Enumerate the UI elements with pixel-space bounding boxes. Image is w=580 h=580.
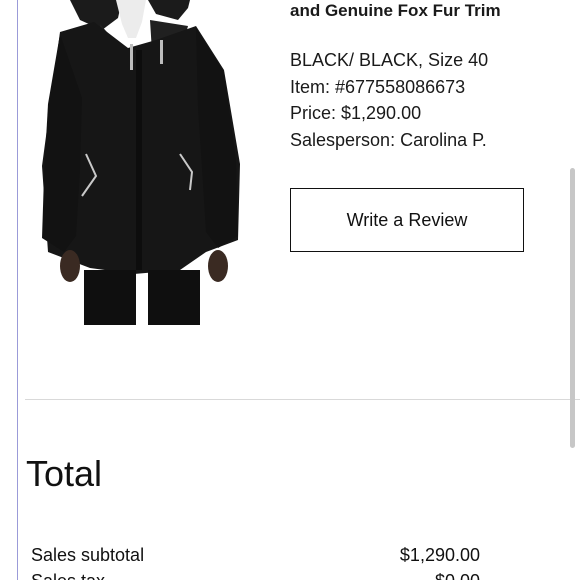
left-border-line [17, 0, 18, 580]
total-heading: Total [26, 453, 103, 494]
salesperson: Salesperson: Carolina P. [290, 130, 487, 150]
product-image[interactable] [30, 0, 252, 325]
item-number: Item: #677558086673 [290, 77, 466, 97]
coat-illustration [42, 0, 240, 325]
sales-tax-label: Sales tax [31, 571, 105, 580]
section-divider [25, 399, 580, 400]
write-review-button[interactable]: Write a Review [290, 188, 524, 252]
sales-subtotal-value: $1,290.00 [399, 545, 480, 565]
page-scrollbar[interactable] [570, 168, 575, 448]
product-title: and Genuine Fox Fur Trim [290, 1, 501, 20]
sales-subtotal-label: Sales subtotal [31, 545, 145, 565]
product-price: Price: $1,290.00 [290, 103, 422, 123]
order-detail-page: and Genuine Fox Fur Trim BLACK/ BLACK, S… [0, 0, 580, 580]
sales-tax-value: $0.00 [435, 571, 480, 580]
product-variant: BLACK/ BLACK, Size 40 [290, 50, 489, 70]
